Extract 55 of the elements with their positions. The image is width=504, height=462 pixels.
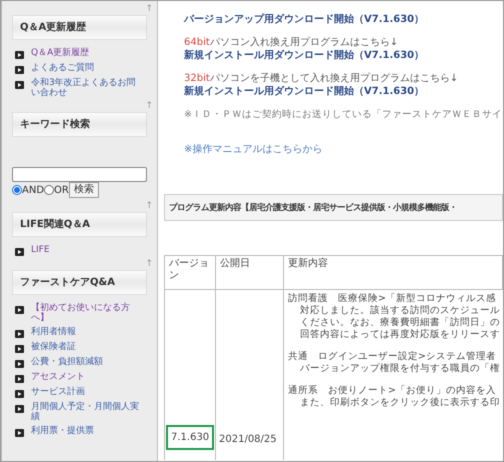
radio-button[interactable] — [12, 185, 22, 195]
table-cell: 7.1.630 — [166, 425, 214, 450]
update-text: また、印刷ボタンをクリック後に表示する印 — [299, 397, 501, 409]
play-bullet-icon — [15, 306, 24, 314]
play-bullet-icon — [15, 360, 24, 368]
play-bullet-icon — [15, 248, 24, 256]
id-note: ※ＩＤ・ＰＷはご契約時にお送りしている「ファーストケアＷＥＢサイ — [184, 108, 503, 121]
download-note: 64bitパソコン入れ換え用プログラムはこちら↓ — [184, 36, 400, 49]
sidebar-link[interactable]: 公費・負担額減額 — [31, 357, 103, 367]
section-header: ファーストケアQ&A — [12, 270, 147, 295]
update-text: 通所系 お便りノート>「お便り」の内容を入 — [288, 385, 497, 397]
sidebar-link[interactable]: 令和3年改正よくあるお問い合わせ — [31, 78, 144, 98]
play-bullet-icon — [15, 51, 24, 59]
sidebar-link[interactable]: 被保険者証 — [31, 342, 76, 352]
play-bullet-icon — [15, 405, 24, 413]
update-text: 共通 ログインユーザー設定>システム管理者 — [288, 351, 497, 363]
radio-button[interactable] — [44, 185, 54, 195]
table-cell-text: 2021/08/25 — [219, 433, 277, 447]
sidebar-link[interactable]: 月間個人予定・月間個人実績 — [31, 402, 144, 422]
play-bullet-icon — [15, 429, 24, 437]
sidebar-link[interactable]: 【初めてお使いになる方へ】 — [31, 303, 144, 323]
play-bullet-icon — [15, 390, 24, 398]
search-button[interactable]: 検索 — [68, 182, 99, 198]
column-header: 公開日 — [216, 256, 284, 290]
play-bullet-icon — [15, 330, 24, 338]
column-header: 更新内容 — [284, 256, 503, 290]
update-text: バージョンアップ権限を付与する職員の「権 — [299, 363, 501, 375]
play-bullet-icon — [15, 345, 24, 353]
sidebar-link[interactable]: アセスメント — [31, 372, 85, 382]
sidebar-link[interactable]: Q＆A更新履歴 — [31, 48, 90, 58]
sidebar-link[interactable]: 利用者情報 — [31, 327, 76, 337]
update-text: 訪問看護 医療保険>「新型コロナウィルス感 — [288, 293, 497, 305]
download-link[interactable]: 新規インストール用ダウンロード開始（V7.1.630） — [184, 85, 503, 98]
update-text: ください。なお、療養費明細書「訪問日」の — [299, 317, 501, 329]
update-heading: プログラム更新内容【居宅介護支援版・居宅サービス提供版・小規模多機能版・ — [164, 194, 503, 221]
play-bullet-icon — [15, 66, 24, 74]
sidebar-link[interactable]: 利用票・提供票 — [31, 426, 94, 436]
section-header: キーワード検索 — [12, 112, 147, 137]
section-header: Q＆A更新履歴 — [12, 15, 147, 40]
play-bullet-icon — [15, 81, 24, 89]
column-header: バージョン — [165, 256, 216, 290]
sidebar-link[interactable]: サービス計画 — [31, 387, 85, 397]
sidebar-link[interactable]: よくあるご質問 — [31, 63, 94, 73]
manual-link[interactable]: ※操作マニュアルはこちらから — [184, 143, 503, 156]
update-text: 回答内容によっては再度対応版をリリースす — [299, 329, 501, 341]
play-bullet-icon — [15, 375, 24, 383]
sidebar-link[interactable]: LIFE — [31, 245, 50, 255]
download-note: 32bitパソコンを子機として入れ換え用プログラムはこちら↓ — [184, 72, 460, 85]
update-text: 対応しました。該当する訪問のスケジュール — [299, 305, 501, 317]
download-link[interactable]: 新規インストール用ダウンロード開始（V7.1.630） — [184, 49, 503, 62]
download-link[interactable]: バージョンアップ用ダウンロード開始（V7.1.630） — [184, 13, 503, 26]
radio-label: OR — [54, 184, 69, 198]
section-header: LIFE関連Q＆A — [12, 212, 147, 237]
keyword-field[interactable] — [12, 167, 147, 182]
radio-label: AND — [22, 184, 44, 198]
